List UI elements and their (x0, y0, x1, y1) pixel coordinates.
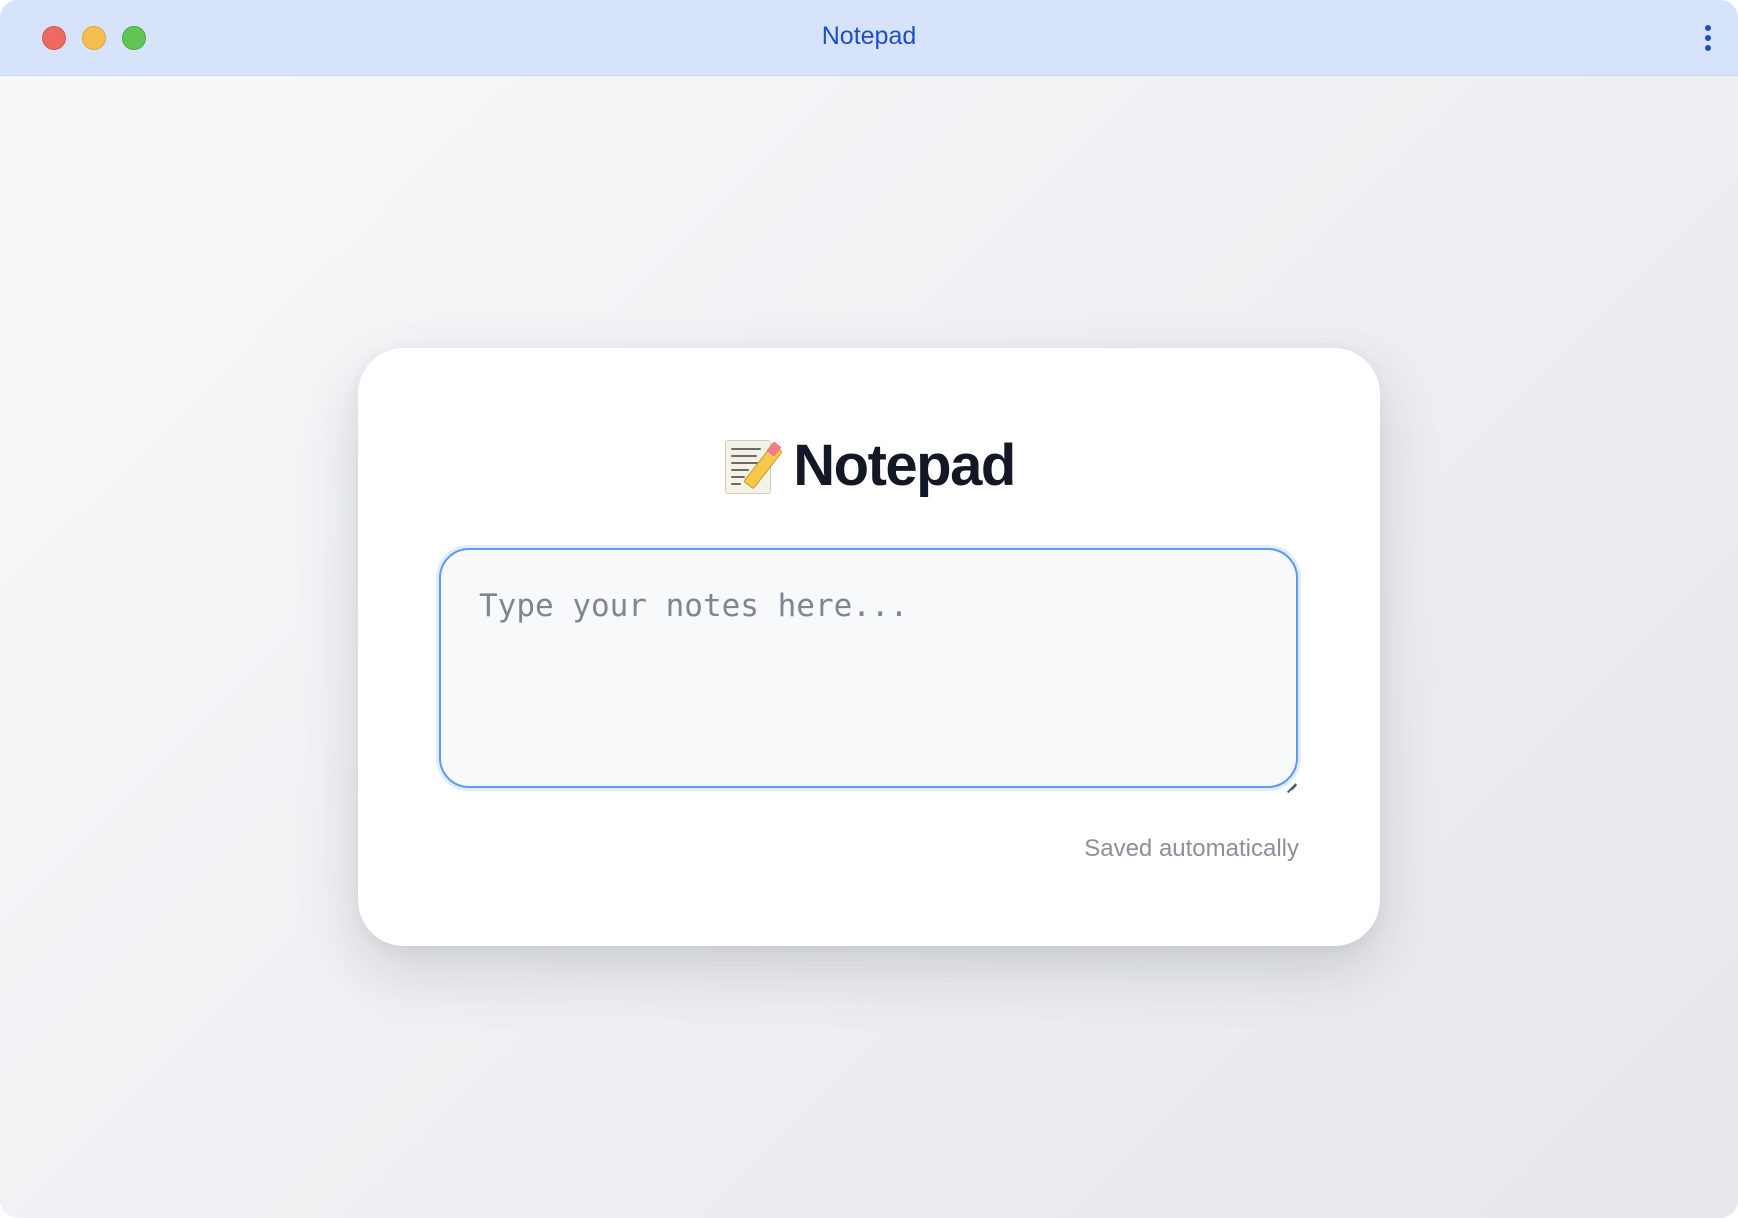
more-vertical-icon-dot (1705, 35, 1711, 41)
page-heading: Notepad (358, 430, 1380, 500)
memo-line (731, 476, 746, 478)
more-vertical-icon-dot (1705, 45, 1711, 51)
window-title: Notepad (821, 22, 917, 50)
memo-line (731, 455, 758, 457)
memo-line (731, 448, 762, 450)
notes-textarea[interactable] (439, 548, 1298, 788)
memo-line (731, 462, 760, 464)
memo-icon (723, 436, 784, 494)
title-bar: Notepad (0, 0, 1738, 76)
save-status-text: Saved automatically (1084, 835, 1299, 862)
app-window: Notepad Notepad Type your notes here... … (0, 0, 1738, 1218)
notepad-card: Notepad Saved automatically (358, 348, 1380, 946)
more-vertical-icon (1705, 25, 1711, 31)
more-options-button[interactable] (1696, 22, 1720, 54)
page-title: Notepad (793, 432, 1016, 498)
resize-handle-icon[interactable] (1282, 772, 1297, 793)
memo-line (731, 483, 742, 485)
memo-line (731, 469, 750, 471)
